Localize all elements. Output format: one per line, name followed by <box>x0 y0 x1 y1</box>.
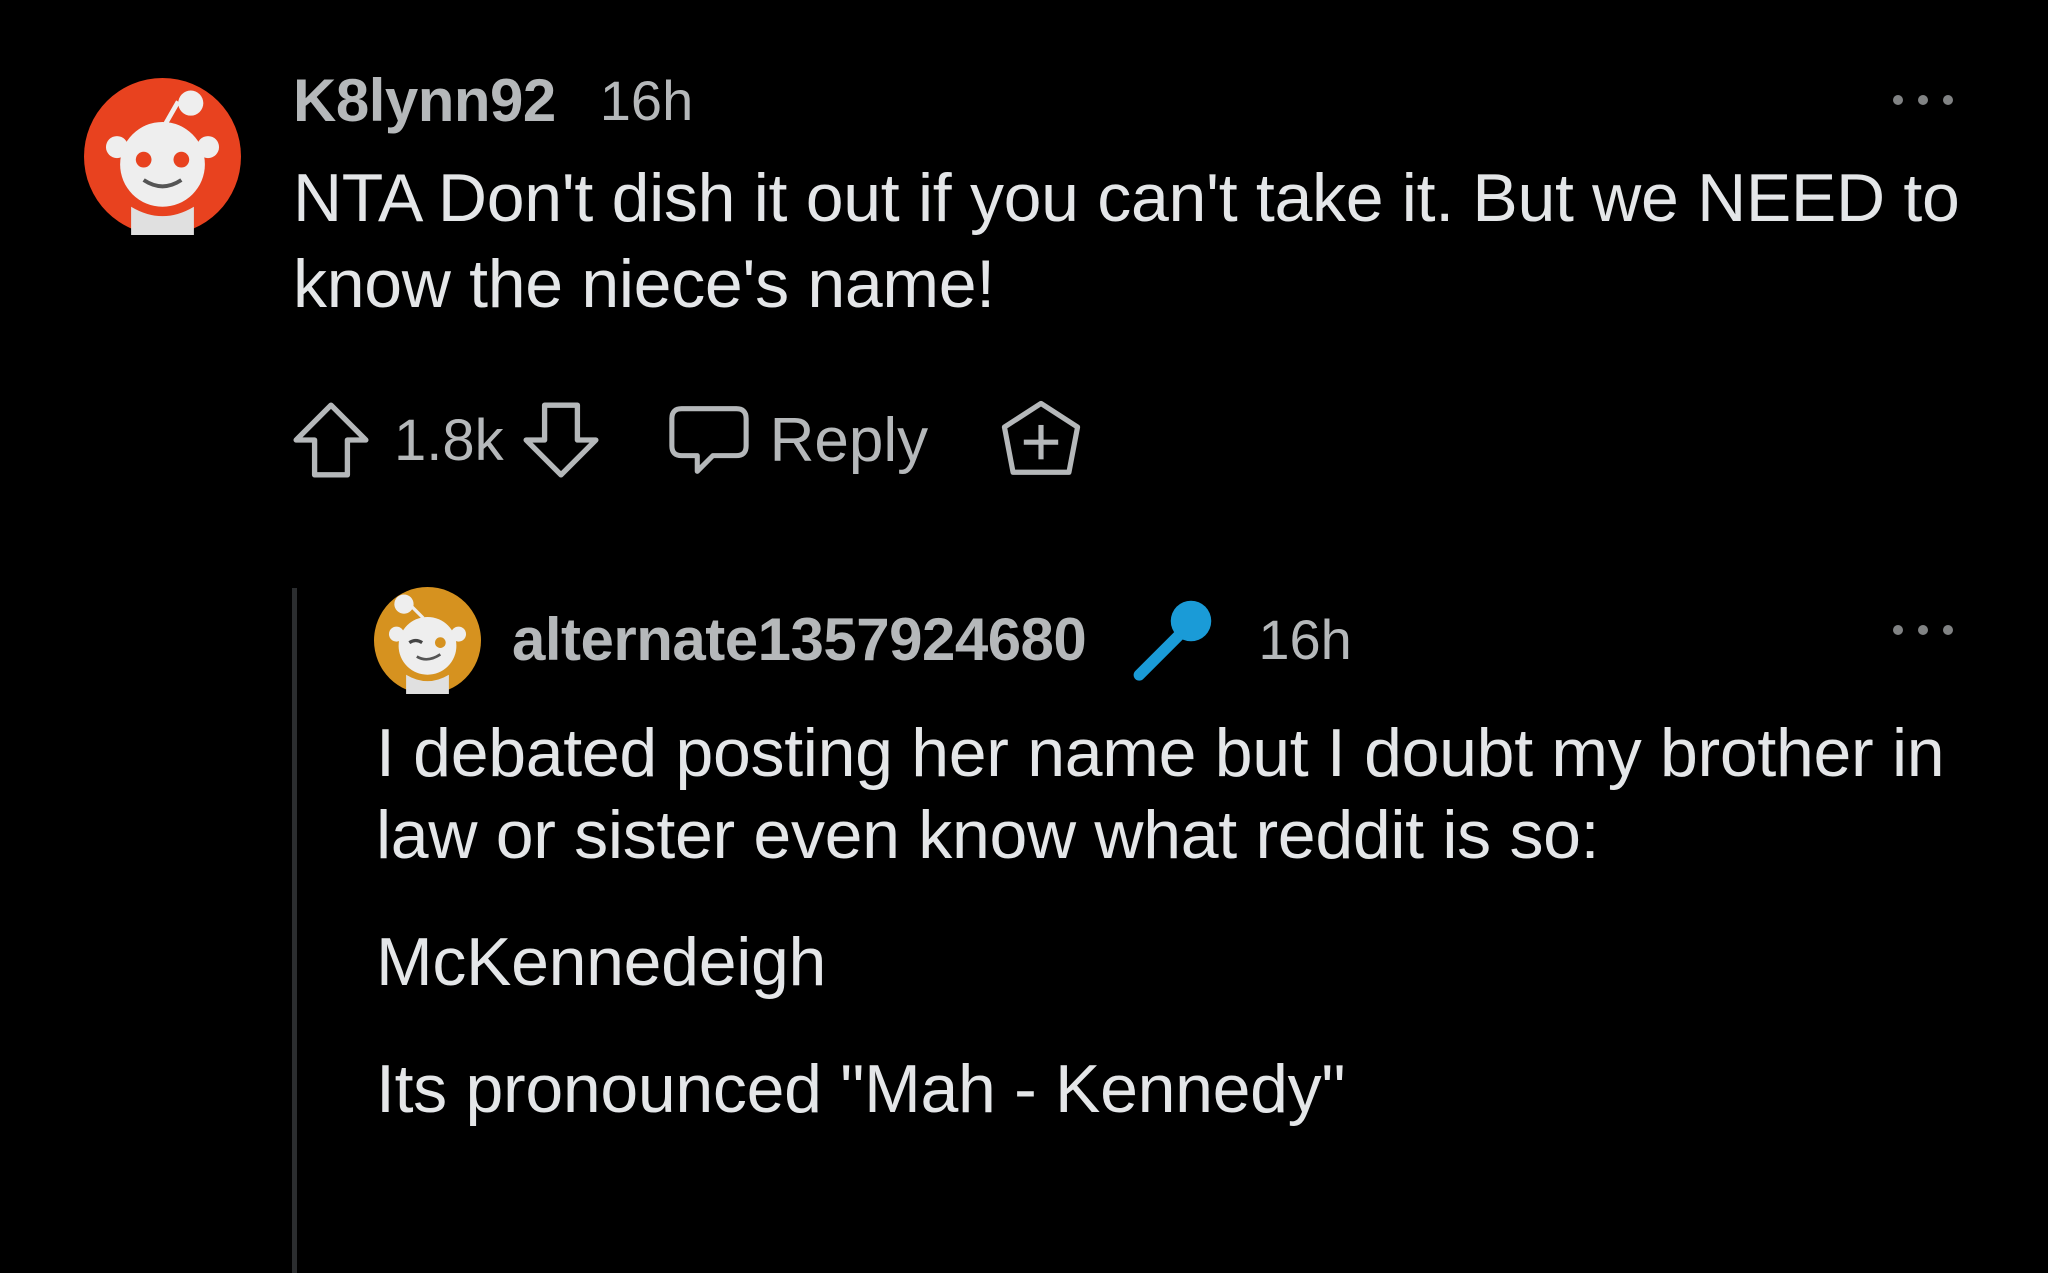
comment-actions: 1.8k Reply <box>290 395 1084 485</box>
timestamp: 16h <box>1258 607 1352 671</box>
user-avatar[interactable] <box>84 78 241 235</box>
user-avatar[interactable] <box>374 587 481 694</box>
timestamp: 16h <box>599 68 694 132</box>
comment-body: NTA Don't dish it out if you can't take … <box>293 160 1960 322</box>
award-plus-icon[interactable] <box>998 397 1084 483</box>
reply-button[interactable]: Reply <box>666 400 929 480</box>
speech-bubble-icon <box>668 406 749 474</box>
reply-label: Reply <box>769 405 929 475</box>
comment-body: I debated posting her name but I doubt m… <box>376 712 1976 1175</box>
more-options-icon[interactable] <box>1888 80 1958 120</box>
username[interactable]: K8lynn92 <box>293 66 556 135</box>
comment-paragraph: Its pronounced "Mah - Kennedy" <box>376 1051 1346 1127</box>
upvote-arrow-icon[interactable] <box>290 399 372 481</box>
username[interactable]: alternate1357924680 <box>512 605 1087 674</box>
microphone-icon <box>1133 600 1212 681</box>
downvote-arrow-icon[interactable] <box>520 399 602 481</box>
comment-meta: alternate1357924680 16h <box>512 594 1352 684</box>
vote-count: 1.8k <box>394 407 504 473</box>
more-options-icon[interactable] <box>1888 610 1958 650</box>
comment-paragraph: I debated posting her name but I doubt m… <box>376 715 1945 873</box>
comment-meta: K8lynn92 16h <box>293 60 693 140</box>
thread-line[interactable] <box>292 588 297 1273</box>
comment-paragraph: McKennedeigh <box>376 924 827 1000</box>
